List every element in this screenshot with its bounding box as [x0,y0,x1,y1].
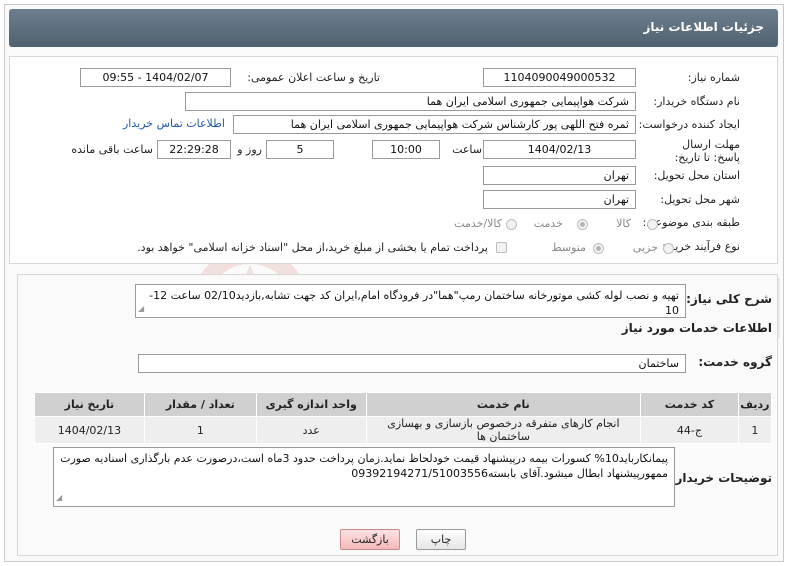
cell-row-number: 1 [737,416,773,444]
cell-need-date: 1404/02/13 [34,416,145,444]
print-button[interactable]: چاپ [416,529,466,550]
resize-grip-icon: ◢ [138,304,145,313]
description-label: شرح کلی نیاز: [686,292,772,306]
category-option-service: خدمت [533,217,563,230]
treasury-checkbox[interactable] [496,242,507,253]
services-table: ردیف کد خدمت نام خدمت واحد اندازه گیری ت… [34,392,773,444]
col-unit: واحد اندازه گیری [255,392,367,417]
process-radio-minor[interactable] [663,243,674,254]
province-label: استان محل تحویل: [653,169,740,182]
category-radio-service[interactable] [577,219,588,230]
buyer-notes-label: توضیحات خریدار: [670,471,772,485]
requester-label: ایجاد کننده درخواست: [638,118,740,131]
announce-datetime-label: تاریخ و ساعت اعلان عمومی: [247,71,380,84]
process-radio-medium[interactable] [593,243,604,254]
services-section-title: اطلاعات خدمات مورد نیاز [621,321,772,335]
category-radio-goods[interactable] [647,219,658,230]
col-service-name: نام خدمت [365,392,642,417]
col-need-date: تاریخ نیاز [34,392,145,417]
process-option-medium: متوسط [551,241,586,254]
treasury-note: پرداخت تمام یا بخشی از مبلغ خرید،از محل … [137,241,488,254]
table-row: 1 ج-44 انجام کارهای متفرقه درخصوص بازساز… [34,416,773,444]
table-header-row: ردیف کد خدمت نام خدمت واحد اندازه گیری ت… [34,392,773,417]
buyer-org-label: نام دستگاه خریدار: [653,95,740,108]
page-title: جزئیات اطلاعات نیاز [643,20,764,34]
cell-service-code: ج-44 [640,416,739,444]
buyer-org-field: شرکت هواپیمایی جمهوری اسلامی ایران هما [185,92,636,111]
requester-field: ثمره فتح اللهی پور کارشناس شرکت هواپیمای… [233,115,636,134]
service-group-label: گروه خدمت: [698,355,772,369]
cell-unit: عدد [255,416,367,444]
deadline-date-field: 1404/02/13 [483,140,636,159]
description-textarea[interactable]: تهیه و نصب لوله کشی موتورخانه ساختمان رم… [135,284,686,318]
description-text: تهیه و نصب لوله کشی موتورخانه ساختمان رم… [149,289,679,317]
back-button[interactable]: بازگشت [340,529,400,550]
info-panel [9,56,778,264]
buyer-notes-text: پیمانکارباید10% کسورات بیمه درپیشنهاد قی… [60,452,668,480]
days-field: 5 [266,140,334,159]
days-label: روز و [237,143,262,156]
category-option-goods: کالا [616,217,631,230]
col-row-number: ردیف [737,392,773,417]
cell-quantity: 1 [143,416,257,444]
need-number-field: 1104090049000532 [483,68,636,87]
col-quantity: تعداد / مقدار [143,392,257,417]
deadline-label: مهلت ارسال پاسخ: تا تاریخ: [674,138,740,164]
remaining-time-field: 22:29:28 [157,140,231,159]
remaining-time-label: ساعت باقی مانده [71,143,153,156]
need-number-label: شماره نیاز: [687,71,740,84]
deadline-time-field: 10:00 [372,140,440,159]
buyer-notes-textarea[interactable]: پیمانکارباید10% کسورات بیمه درپیشنهاد قی… [53,447,675,507]
cell-service-name: انجام کارهای متفرقه درخصوص بازسازی و بهس… [365,416,642,444]
resize-grip-icon: ◢ [56,493,63,502]
category-radio-goods-service[interactable] [506,219,517,230]
announce-datetime-field: 1404/02/07 - 09:55 [80,68,231,87]
col-service-code: کد خدمت [640,392,739,417]
province-field: تهران [483,166,636,185]
city-field: تهران [483,190,636,209]
buyer-contact-link[interactable]: اطلاعات تماس خریدار [123,117,225,130]
service-group-field: ساختمان [138,354,686,373]
title-bar: جزئیات اطلاعات نیاز [9,9,778,47]
process-option-minor: جزیی [632,241,658,254]
city-label: شهر محل تحویل: [660,193,740,206]
deadline-time-label: ساعت [452,143,482,156]
category-option-goods-service: کالا/خدمت [454,217,502,230]
